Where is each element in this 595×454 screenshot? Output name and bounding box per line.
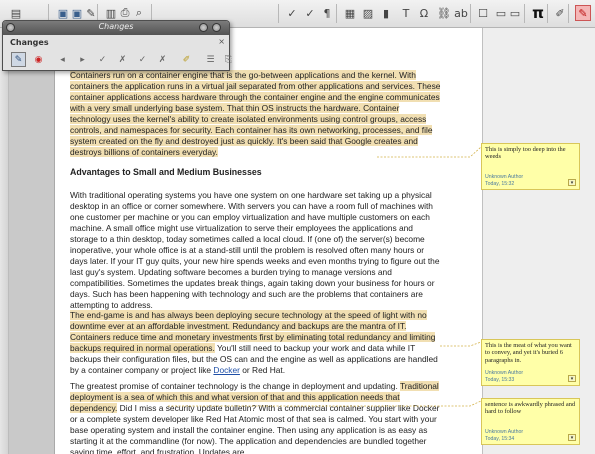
- paragraph-promise[interactable]: The greatest promise of container techno…: [70, 381, 442, 454]
- paragraph-intro[interactable]: Containers run on a container engine tha…: [70, 70, 442, 158]
- comment-date: Today, 15:34: [485, 436, 515, 442]
- track-changes-icon[interactable]: ✎: [575, 5, 591, 21]
- close-icon[interactable]: ×: [218, 37, 225, 46]
- comment-text: This is simply too deep into the weeds: [485, 146, 566, 161]
- highlighted-text: Containers run on a container engine tha…: [70, 70, 441, 158]
- comment-menu-button[interactable]: ▾: [568, 179, 576, 186]
- docker-link[interactable]: Docker: [213, 365, 240, 375]
- window-minimize-icon[interactable]: [199, 23, 208, 32]
- comment-menu-button[interactable]: ▾: [568, 434, 576, 441]
- toolbar-separator: [547, 4, 548, 23]
- insert-table-icon[interactable]: ▦: [342, 5, 358, 21]
- accept-change-icon[interactable]: ✓: [95, 52, 110, 67]
- reject-all-icon[interactable]: ✗: [155, 52, 170, 67]
- insert-textbox-icon[interactable]: T: [398, 5, 414, 21]
- record-changes-icon[interactable]: ✎: [11, 52, 26, 67]
- changes-window-title: Changes: [98, 22, 134, 31]
- comment-author: Unknown Author: [485, 370, 524, 376]
- comment-note[interactable]: This is simply too deep into the weeds U…: [481, 143, 580, 190]
- side-toolbar: [0, 28, 9, 454]
- insert-chart-icon[interactable]: ▮: [378, 5, 394, 21]
- comment-note[interactable]: sentence is awkwardly phrased and hard t…: [481, 398, 580, 445]
- show-changes-icon[interactable]: ◉: [31, 52, 46, 67]
- footnote-icon[interactable]: ab: [453, 5, 469, 21]
- toolbar-separator: [470, 4, 471, 23]
- changes-toolbar-label: Changes: [10, 38, 49, 47]
- window-close-icon[interactable]: [212, 23, 221, 32]
- manage-changes-icon[interactable]: ☰: [203, 52, 218, 67]
- comment-date: Today, 15:33: [485, 377, 515, 383]
- draw-functions-icon[interactable]: ✐: [552, 5, 568, 21]
- window-menu-icon[interactable]: [6, 23, 15, 32]
- hyperlink-icon[interactable]: ⛓: [436, 5, 452, 21]
- insert-comment-icon[interactable]: ✐: [179, 52, 194, 67]
- section-heading: Advantages to Small and Medium Businesse…: [70, 167, 262, 177]
- next-change-icon[interactable]: ▸: [75, 52, 90, 67]
- toolbar-separator: [568, 4, 569, 23]
- changes-toolbar-window[interactable]: Changes Changes × ✎ ◉ ◂ ▸ ✓ ✗ ✓ ✗ ✐ ☰ ⎘: [2, 20, 232, 71]
- print-preview-icon[interactable]: ⌕: [131, 5, 147, 21]
- comment-text: This is the meat of what you want to con…: [485, 342, 572, 364]
- comment-author: Unknown Author: [485, 429, 524, 435]
- accept-all-icon[interactable]: ✓: [135, 52, 150, 67]
- autocorrect-icon[interactable]: ✓: [302, 5, 318, 21]
- toolbar-separator: [336, 4, 337, 23]
- new-document-icon[interactable]: ▤: [8, 5, 24, 21]
- insert-pi-icon[interactable]: π: [530, 4, 546, 22]
- compare-document-icon[interactable]: ⎘: [221, 52, 236, 67]
- spellcheck-icon[interactable]: ✓: [284, 5, 300, 21]
- changes-titlebar[interactable]: Changes: [3, 21, 229, 35]
- comment-author: Unknown Author: [485, 174, 524, 180]
- comment-note[interactable]: This is the meat of what you want to con…: [481, 339, 580, 386]
- comment-margin: [482, 28, 595, 454]
- toolbar-separator: [278, 4, 279, 23]
- comment-menu-button[interactable]: ▾: [568, 375, 576, 382]
- reject-change-icon[interactable]: ✗: [115, 52, 130, 67]
- header-footer-icon[interactable]: ▭: [507, 5, 523, 21]
- comment-text: sentence is awkwardly phrased and hard t…: [485, 401, 576, 416]
- formatting-marks-icon[interactable]: ¶: [319, 5, 335, 21]
- paragraph-endgame[interactable]: The end-game is and has always been depl…: [70, 310, 442, 376]
- paragraph-traditional[interactable]: With traditional operating systems you h…: [70, 190, 442, 312]
- toolbar-separator: [524, 4, 525, 23]
- previous-change-icon[interactable]: ◂: [55, 52, 70, 67]
- insert-image-icon[interactable]: ▨: [360, 5, 376, 21]
- comment-date: Today, 15:32: [485, 181, 515, 187]
- insert-comment-icon[interactable]: ☐: [475, 5, 491, 21]
- insert-special-character-icon[interactable]: Ω: [416, 5, 432, 21]
